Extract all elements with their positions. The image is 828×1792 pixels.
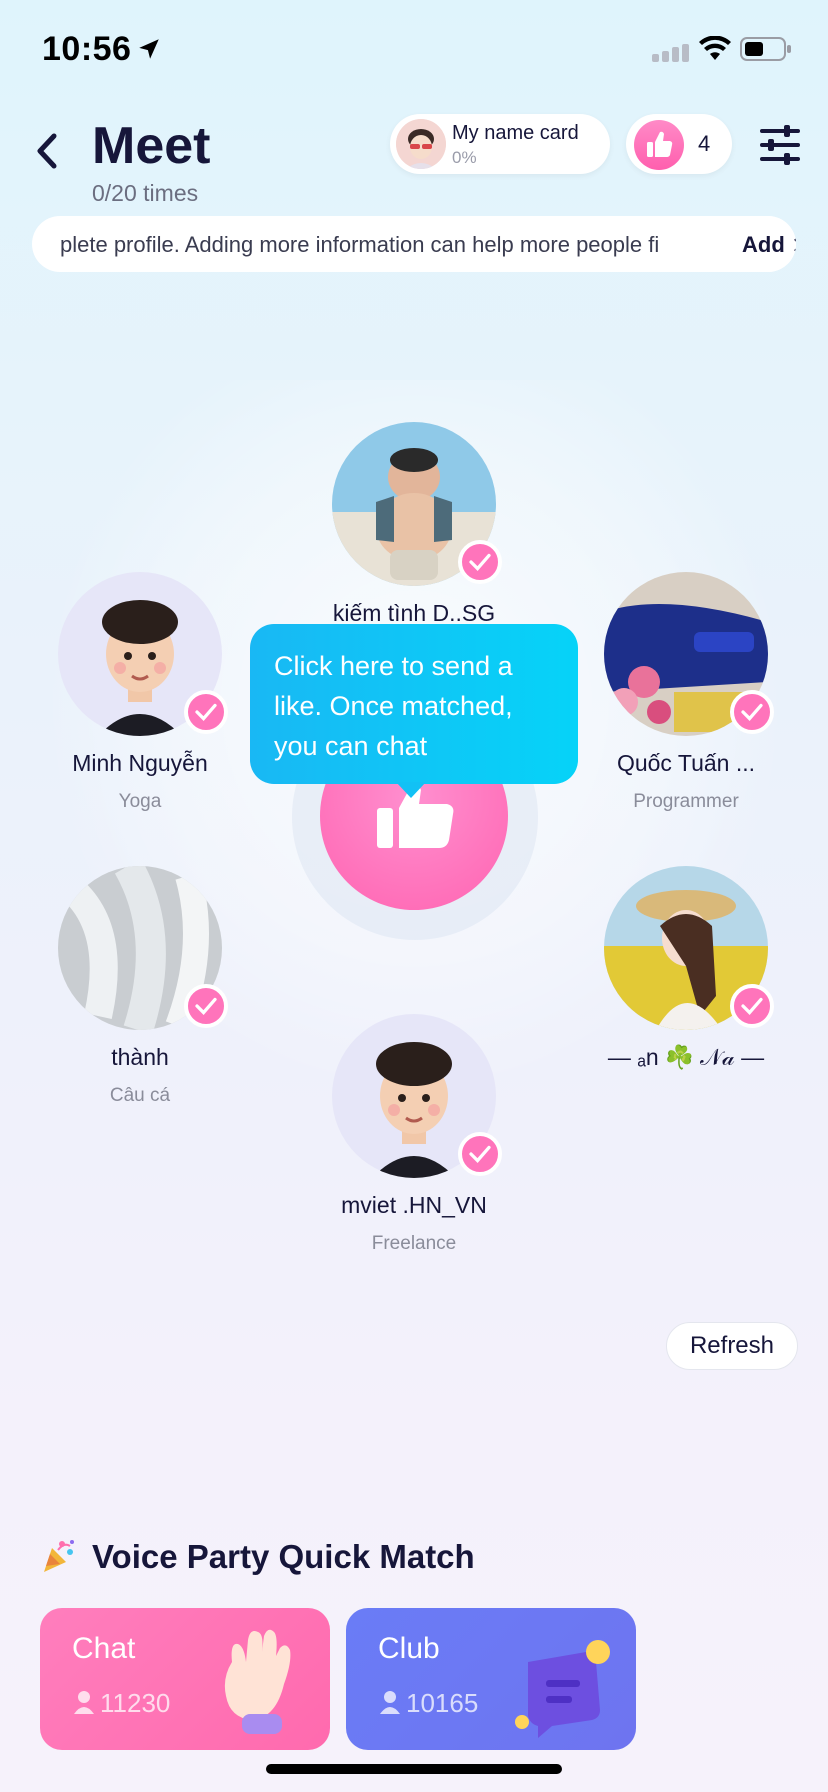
online-count: 11230 <box>100 1688 171 1718</box>
user-name: Minh Nguyễn <box>72 750 208 776</box>
verified-check-icon <box>730 690 774 734</box>
meet-count: 0/20 times <box>92 180 199 206</box>
person-icon <box>380 1691 400 1714</box>
page-title: Meet <box>92 117 211 175</box>
name-card-label: My name card <box>452 122 579 144</box>
user-tag: Câu cá <box>109 1085 171 1106</box>
thumbs-up-icon <box>634 120 684 170</box>
card-label: Chat <box>72 1632 136 1665</box>
user-name: mviet .HN_VN <box>341 1192 487 1218</box>
verified-check-icon <box>458 540 502 584</box>
back-icon[interactable] <box>28 128 64 174</box>
person-icon <box>74 1691 94 1714</box>
likes-button[interactable]: 4 <box>626 114 732 174</box>
verified-check-icon <box>184 690 228 734</box>
online-count: 10165 <box>406 1688 479 1718</box>
refresh-button[interactable]: Refresh <box>666 1322 798 1370</box>
status-bar: 10:56 <box>0 0 828 100</box>
filter-settings-icon[interactable] <box>758 124 802 166</box>
chat-match-card[interactable]: Chat 11230 <box>40 1608 330 1750</box>
location-arrow-icon <box>139 39 159 59</box>
like-tooltip: Click here to send a like. Once matched,… <box>250 624 578 784</box>
verified-check-icon <box>184 984 228 1028</box>
status-time: 10:56 <box>42 30 132 68</box>
profile-completion-banner: plete profile. Adding more information c… <box>32 216 796 272</box>
user-card[interactable]: kiếm tình D..SG <box>294 422 534 627</box>
chat-bubble-icon <box>515 1640 610 1738</box>
wifi-icon <box>699 36 731 60</box>
user-name: — ₐn ☘️ 𝒩𝒶 — <box>607 1044 765 1070</box>
user-name: Quốc Tuấn ... <box>616 750 756 776</box>
cellular-signal-icon <box>652 44 689 62</box>
verified-check-icon <box>458 1132 502 1176</box>
likes-count: 4 <box>698 131 711 156</box>
waving-hand-icon <box>224 1629 291 1734</box>
home-indicator <box>266 1764 562 1774</box>
banner-text: plete profile. Adding more information c… <box>60 232 660 257</box>
add-info-button[interactable]: Add <box>710 216 796 272</box>
user-tag: Programmer <box>633 791 739 812</box>
user-name: kiếm tình D..SG <box>332 600 496 626</box>
section-title: Voice Party Quick Match <box>92 1538 475 1575</box>
chevron-right-icon <box>794 238 796 252</box>
user-card[interactable]: Quốc Tuấn ... Programmer <box>566 572 806 813</box>
battery-icon <box>740 37 791 61</box>
my-avatar <box>396 119 446 169</box>
club-match-card[interactable]: Club 10165 <box>346 1608 636 1750</box>
my-name-card-button[interactable]: My name card 0% <box>390 114 610 174</box>
user-name: thành <box>111 1044 169 1070</box>
user-card[interactable]: mviet .HN_VN Freelance <box>294 1014 534 1255</box>
verified-check-icon <box>730 984 774 1028</box>
party-popper-icon <box>44 1540 74 1572</box>
user-tag: Yoga <box>118 791 162 812</box>
user-card[interactable]: — ₐn ☘️ 𝒩𝒶 — <box>566 866 806 1071</box>
tooltip-arrow <box>396 782 426 798</box>
user-card[interactable]: thành Câu cá <box>20 866 260 1107</box>
card-label: Club <box>378 1632 440 1665</box>
add-label: Add <box>742 232 785 257</box>
user-card[interactable]: Minh Nguyễn Yoga <box>20 572 260 813</box>
user-tag: Freelance <box>371 1233 457 1254</box>
name-card-percent: 0% <box>452 148 477 167</box>
